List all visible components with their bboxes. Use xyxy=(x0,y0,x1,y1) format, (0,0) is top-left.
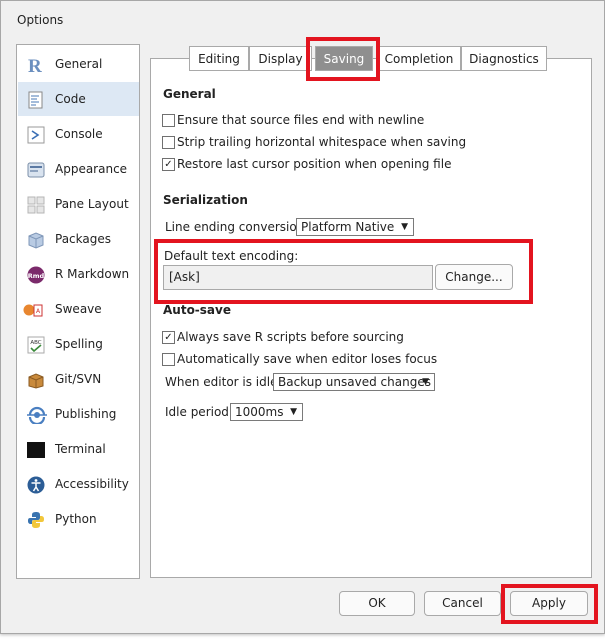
checkbox-label: Automatically save when editor loses foc… xyxy=(177,352,438,366)
sidebar-item-label: Git/SVN xyxy=(55,372,102,386)
console-prompt-icon xyxy=(27,126,45,144)
idle-period-select[interactable]: 1000ms ▼ xyxy=(230,403,303,421)
sidebar-item-label: Pane Layout xyxy=(55,197,129,211)
sidebar-item-label: Sweave xyxy=(55,302,102,316)
checkbox-box-checked[interactable]: ✓ xyxy=(162,158,175,171)
sidebar-item-label: Appearance xyxy=(55,162,128,176)
checkbox-label: Always save R scripts before sourcing xyxy=(177,330,404,344)
chevron-down-icon: ▼ xyxy=(290,407,297,417)
cancel-button[interactable]: Cancel xyxy=(424,591,501,616)
sidebar-item-label: Python xyxy=(55,512,97,526)
highlight-box-saving-tab xyxy=(306,37,380,81)
saving-panel: General Ensure that source files end wit… xyxy=(150,58,592,578)
chevron-down-icon: ▼ xyxy=(422,377,429,387)
git-box-icon xyxy=(28,373,44,389)
sidebar-item-appearance[interactable]: Appearance xyxy=(18,152,139,186)
checkbox-label: Ensure that source files end with newlin… xyxy=(177,113,425,127)
title-bar: Options xyxy=(1,1,604,39)
sidebar-item-label: Terminal xyxy=(55,442,106,456)
sidebar-item-label: Spelling xyxy=(55,337,103,351)
pane-layout-icon xyxy=(27,196,45,214)
highlight-box-encoding xyxy=(154,239,533,304)
tab-editing[interactable]: Editing xyxy=(189,46,249,71)
sidebar-item-label: Packages xyxy=(55,232,111,246)
select-value: 1000ms xyxy=(235,405,284,419)
r-logo-icon: R xyxy=(28,56,42,74)
sidebar-item-spelling[interactable]: ABC Spelling xyxy=(18,327,139,361)
sidebar-item-r-markdown[interactable]: Rmd R Markdown xyxy=(18,257,139,291)
tab-display[interactable]: Display xyxy=(249,46,312,71)
tab-completion[interactable]: Completion xyxy=(377,46,461,71)
select-value: Backup unsaved changes xyxy=(278,375,431,389)
highlight-box-apply xyxy=(501,584,598,624)
tab-diagnostics[interactable]: Diagnostics xyxy=(461,46,547,71)
rmd-icon: Rmd xyxy=(27,266,45,284)
sidebar-item-accessibility[interactable]: Accessibility xyxy=(18,467,139,501)
terminal-icon xyxy=(27,442,45,458)
options-dialog: Options R General Code Console Appearanc… xyxy=(0,0,605,634)
checkbox-box[interactable] xyxy=(162,353,175,366)
sidebar-item-label: R Markdown xyxy=(55,267,130,281)
sweave-icon: A xyxy=(23,304,43,317)
sidebar-item-label: Accessibility xyxy=(55,477,129,491)
section-heading-serialization: Serialization xyxy=(163,193,248,207)
idle-action-select[interactable]: Backup unsaved changes ▼ xyxy=(273,373,435,391)
sidebar-item-label: Console xyxy=(55,127,103,141)
sidebar-item-git-svn[interactable]: Git/SVN xyxy=(18,362,139,396)
line-ending-select[interactable]: Platform Native ▼ xyxy=(296,218,414,236)
options-sidebar: R General Code Console Appearance Pane L… xyxy=(16,44,140,579)
chevron-down-icon: ▼ xyxy=(401,222,408,232)
sidebar-item-pane-layout[interactable]: Pane Layout xyxy=(18,187,139,221)
package-box-icon xyxy=(28,232,44,249)
svg-text:R: R xyxy=(28,56,42,74)
line-ending-label: Line ending conversion: xyxy=(165,220,309,234)
dialog-title: Options xyxy=(17,13,64,27)
accessibility-icon xyxy=(27,476,45,494)
sidebar-item-console[interactable]: Console xyxy=(18,117,139,151)
sidebar-item-label: General xyxy=(55,57,103,71)
sidebar-item-label: Code xyxy=(55,92,86,106)
sidebar-item-sweave[interactable]: A Sweave xyxy=(18,292,139,326)
ok-button[interactable]: OK xyxy=(339,591,415,616)
svg-text:Rmd: Rmd xyxy=(28,272,45,280)
checkbox-box[interactable] xyxy=(162,136,175,149)
checkbox-box-checked[interactable]: ✓ xyxy=(162,331,175,344)
checkbox-label: Strip trailing horizontal whitespace whe… xyxy=(177,135,467,149)
sidebar-item-publishing[interactable]: Publishing xyxy=(18,397,139,431)
appearance-icon xyxy=(27,162,45,178)
sidebar-item-python[interactable]: Python xyxy=(18,502,139,536)
checkbox-label: Restore last cursor position when openin… xyxy=(177,157,452,171)
code-document-icon xyxy=(28,91,43,109)
publishing-icon xyxy=(27,406,47,424)
select-value: Platform Native xyxy=(301,220,395,234)
section-heading-autosave: Auto-save xyxy=(163,303,231,317)
python-icon xyxy=(28,512,44,528)
sidebar-item-label: Publishing xyxy=(55,407,117,421)
sidebar-item-general[interactable]: R General xyxy=(18,47,139,81)
section-heading-general: General xyxy=(163,87,216,101)
sidebar-item-terminal[interactable]: Terminal xyxy=(18,432,139,466)
idle-period-label: Idle period: xyxy=(165,405,233,419)
sidebar-item-code[interactable]: Code xyxy=(18,82,139,116)
spelling-abc-icon: ABC xyxy=(27,336,45,354)
idle-label: When editor is idle: xyxy=(165,375,282,389)
sidebar-item-packages[interactable]: Packages xyxy=(18,222,139,256)
checkbox-box[interactable] xyxy=(162,114,175,127)
